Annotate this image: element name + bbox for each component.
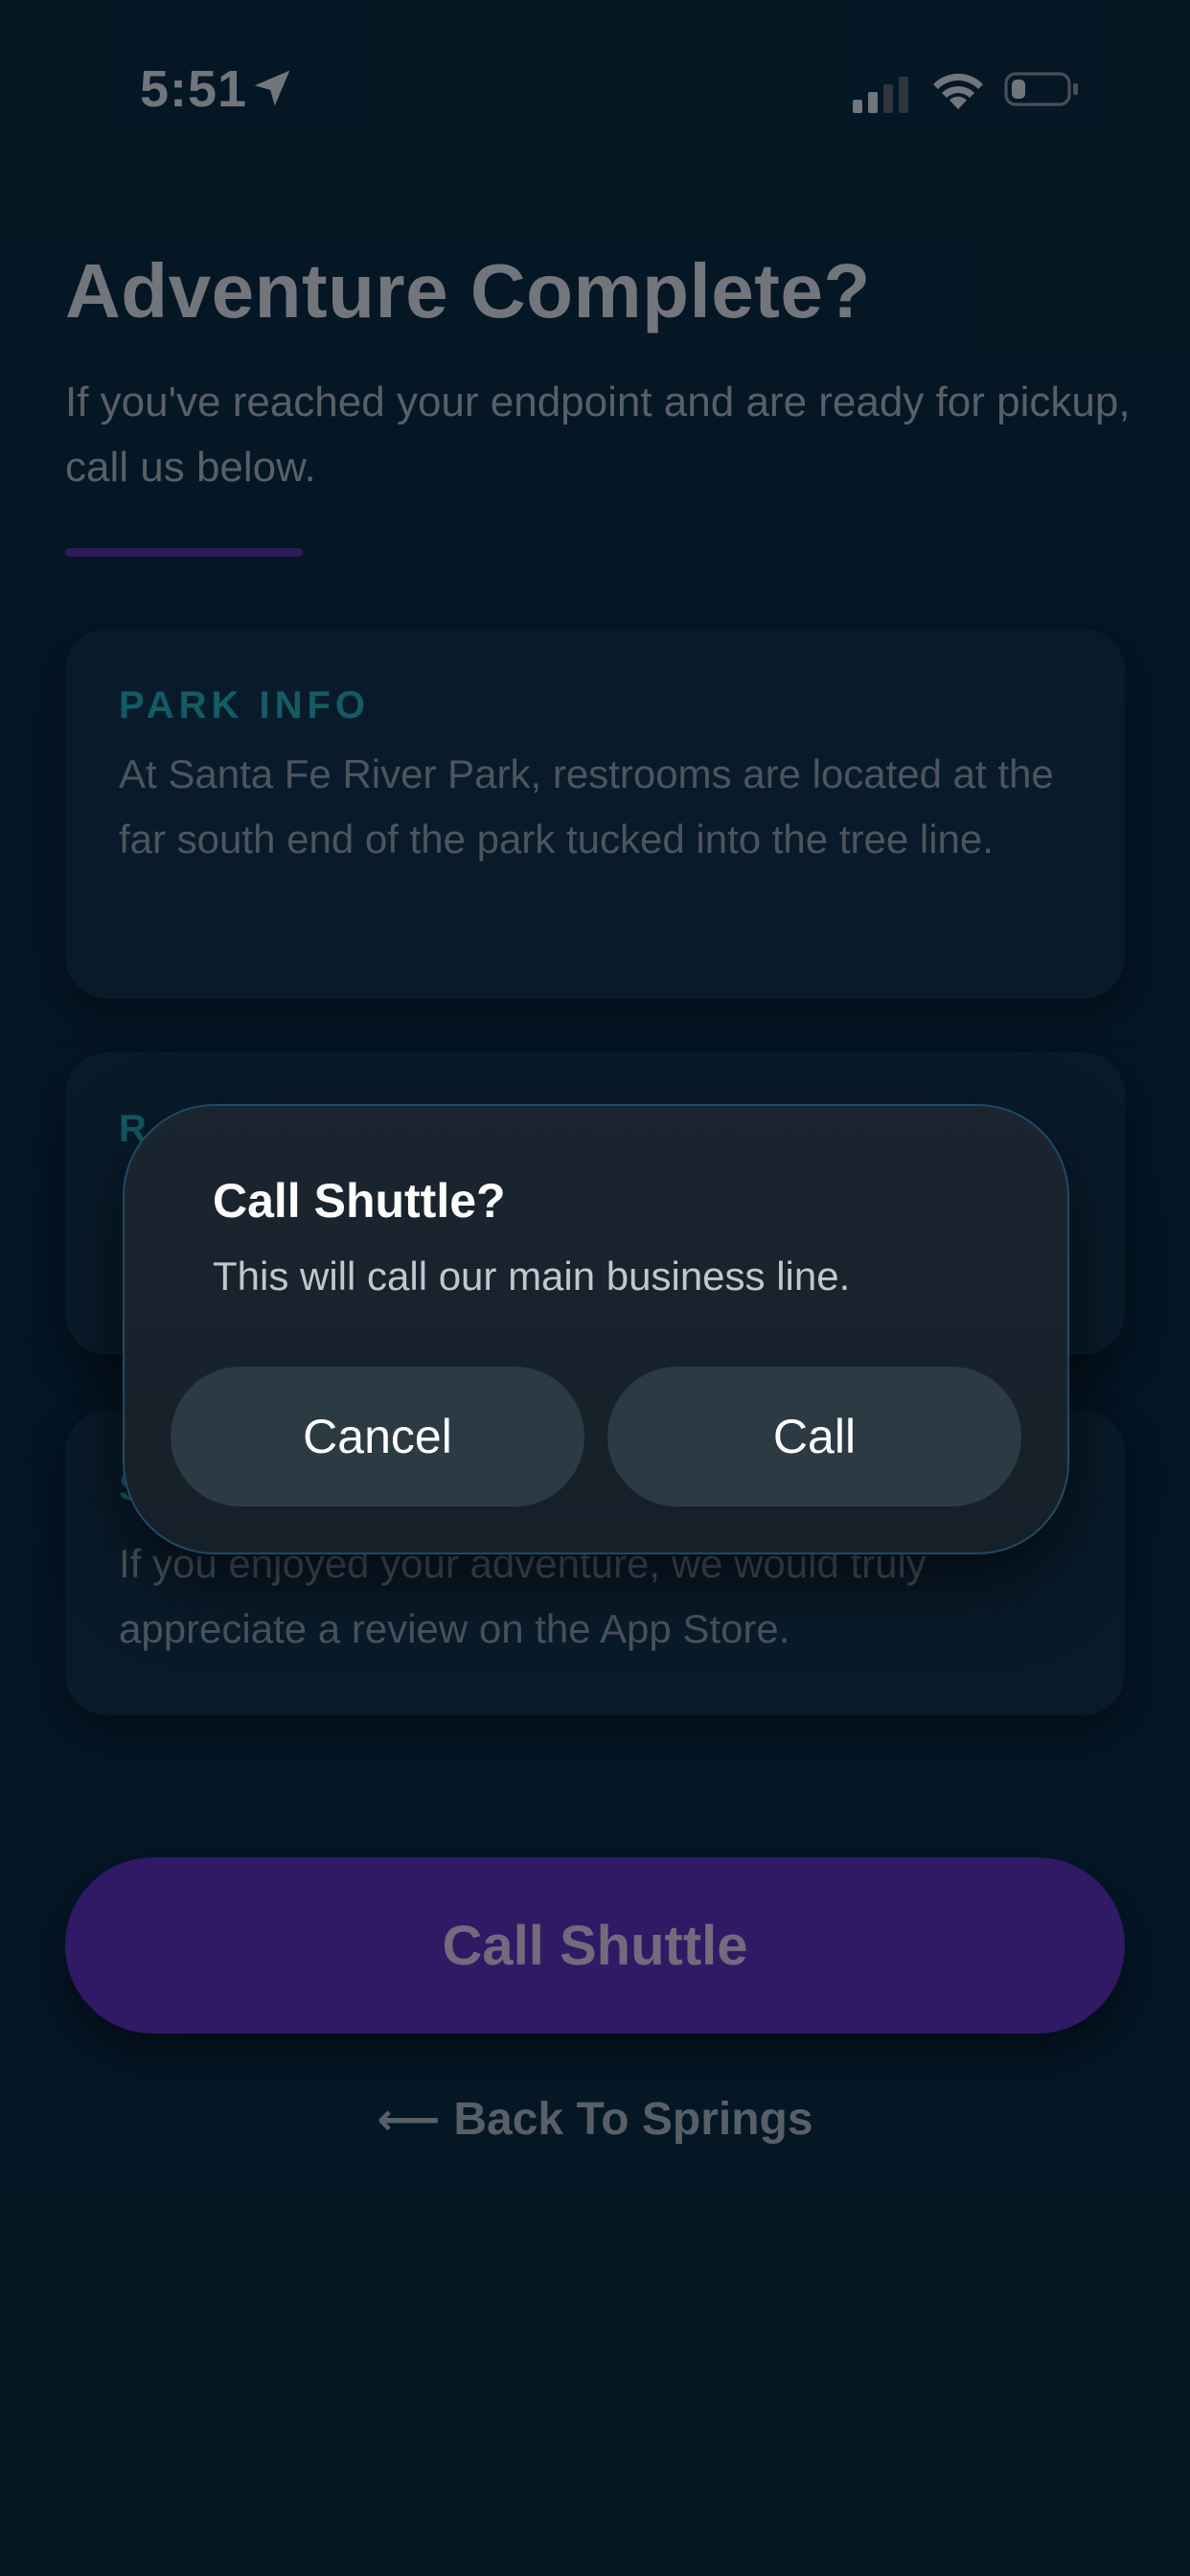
alert-message: This will call our main business line. bbox=[213, 1254, 851, 1299]
call-shuttle-alert: Call Shuttle? This will call our main bu… bbox=[123, 1104, 1069, 1554]
cancel-button[interactable]: Cancel bbox=[171, 1367, 584, 1506]
call-button[interactable]: Call bbox=[607, 1367, 1021, 1506]
alert-title: Call Shuttle? bbox=[213, 1174, 506, 1228]
